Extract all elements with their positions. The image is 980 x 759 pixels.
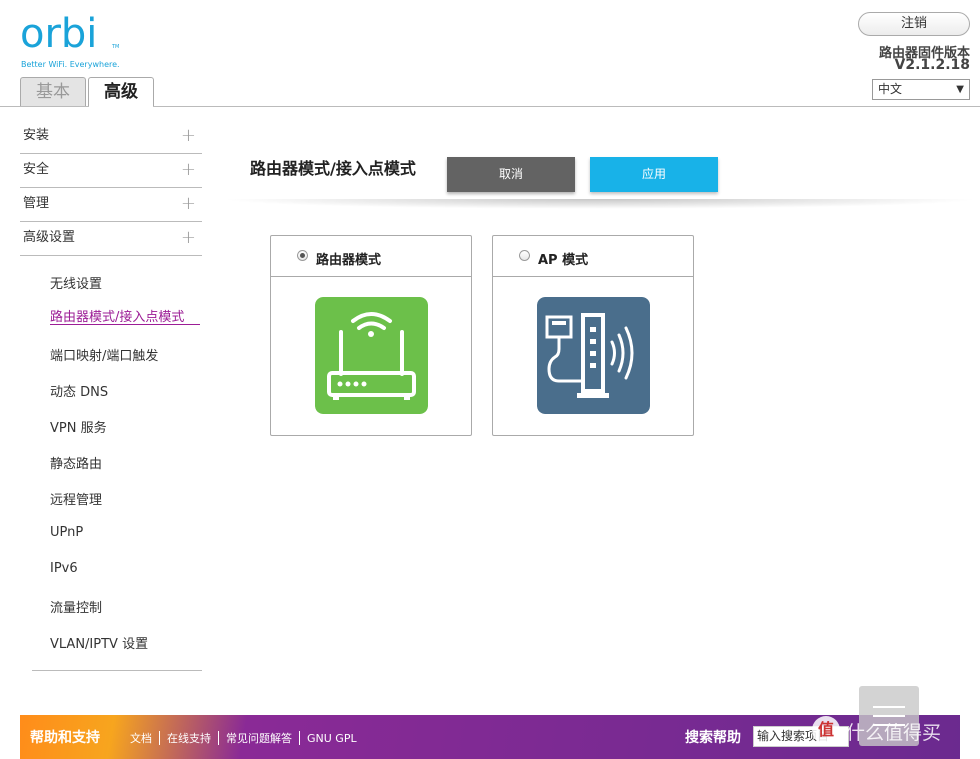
help-support-title: 帮助和支持 [30, 730, 100, 746]
sidebar-item-traffic-control[interactable]: 流量控制 [50, 597, 102, 616]
logo-trademark: TM [112, 44, 120, 50]
router-mode-label: 路由器模式 [316, 253, 382, 268]
footer-link-online-support[interactable]: 在线支持 [160, 730, 218, 746]
router-icon [315, 297, 428, 414]
ap-mode-card[interactable]: AP 模式 [492, 235, 694, 436]
expand-plus-icon: + [180, 227, 196, 248]
active-item-underline [50, 324, 200, 325]
ap-mode-label: AP 模式 [538, 253, 589, 268]
sidebar-category-security[interactable]: 安全 + [20, 154, 202, 188]
tab-basic[interactable]: 基本 [20, 77, 86, 107]
logo-tagline: Better WiFi. Everywhere. [21, 60, 120, 69]
page-title: 路由器模式/接入点模式 [250, 159, 416, 178]
footer-link-gpl[interactable]: GNU GPL [300, 732, 364, 745]
expand-plus-icon: + [180, 193, 196, 214]
sidebar-item-static-routes[interactable]: 静态路由 [50, 453, 102, 472]
main-tabs: 基本 高级 [20, 77, 156, 107]
dropdown-arrow-icon: ▼ [956, 84, 964, 95]
language-select[interactable]: 中文 ▼ [872, 79, 970, 100]
category-label: 管理 [23, 196, 50, 211]
category-label: 安装 [23, 128, 50, 143]
expand-plus-icon: + [180, 125, 196, 146]
apply-button[interactable]: 应用 [590, 157, 718, 192]
firmware-version: V2.1.2.18 [894, 57, 971, 73]
orbi-logo: orbi TM Better WiFi. Everywhere. [20, 11, 120, 69]
sidebar-item-vlan-iptv[interactable]: VLAN/IPTV 设置 [50, 633, 148, 652]
active-tab-gap [89, 106, 153, 107]
search-help-label: 搜索帮助 [685, 730, 741, 746]
sidebar-item-ipv6[interactable]: IPv6 [50, 561, 78, 576]
ap-mode-radio[interactable] [519, 250, 530, 261]
sidebar-category-admin[interactable]: 管理 + [20, 188, 202, 222]
expand-plus-icon: + [180, 159, 196, 180]
sidebar-item-remote-management[interactable]: 远程管理 [50, 489, 102, 508]
sidebar-item-vpn[interactable]: VPN 服务 [50, 417, 107, 436]
sidebar-category-advanced-setup[interactable]: 高级设置 + [20, 222, 202, 256]
sidebar: 安装 + 安全 + 管理 + 高级设置 + [20, 120, 202, 256]
cancel-button[interactable]: 取消 [447, 157, 575, 192]
menu-bar [873, 715, 905, 717]
router-mode-radio[interactable] [297, 250, 308, 261]
footer-links: 文档 在线支持 常见问题解答 GNU GPL [123, 730, 364, 746]
language-value: 中文 [878, 82, 903, 96]
logo-wordmark: orbi [20, 11, 98, 57]
title-shadow-divider [220, 199, 980, 209]
watermark-logo-icon: 值 [812, 716, 840, 744]
sidebar-item-upnp[interactable]: UPnP [50, 525, 83, 540]
tab-advanced[interactable]: 高级 [88, 77, 154, 107]
category-label: 安全 [23, 162, 50, 177]
sidebar-category-setup[interactable]: 安装 + [20, 120, 202, 154]
logout-button[interactable]: 注销 [858, 12, 970, 36]
category-label: 高级设置 [23, 230, 76, 245]
sidebar-item-wireless[interactable]: 无线设置 [50, 273, 102, 292]
menu-bar [873, 706, 905, 708]
card-header: AP 模式 [493, 236, 693, 277]
sidebar-item-router-ap-mode[interactable]: 路由器模式/接入点模式 [50, 306, 184, 325]
card-header: 路由器模式 [271, 236, 471, 277]
router-mode-card[interactable]: 路由器模式 [270, 235, 472, 436]
footer-link-faq[interactable]: 常见问题解答 [219, 730, 299, 746]
watermark-text: 什么值得买 [846, 722, 942, 744]
sidebar-item-port-forwarding[interactable]: 端口映射/端口触发 [50, 345, 158, 364]
footer-link-documentation[interactable]: 文档 [123, 730, 159, 746]
access-point-icon [537, 297, 650, 414]
sidebar-item-ddns[interactable]: 动态 DNS [50, 381, 108, 400]
sidebar-divider [32, 670, 202, 671]
